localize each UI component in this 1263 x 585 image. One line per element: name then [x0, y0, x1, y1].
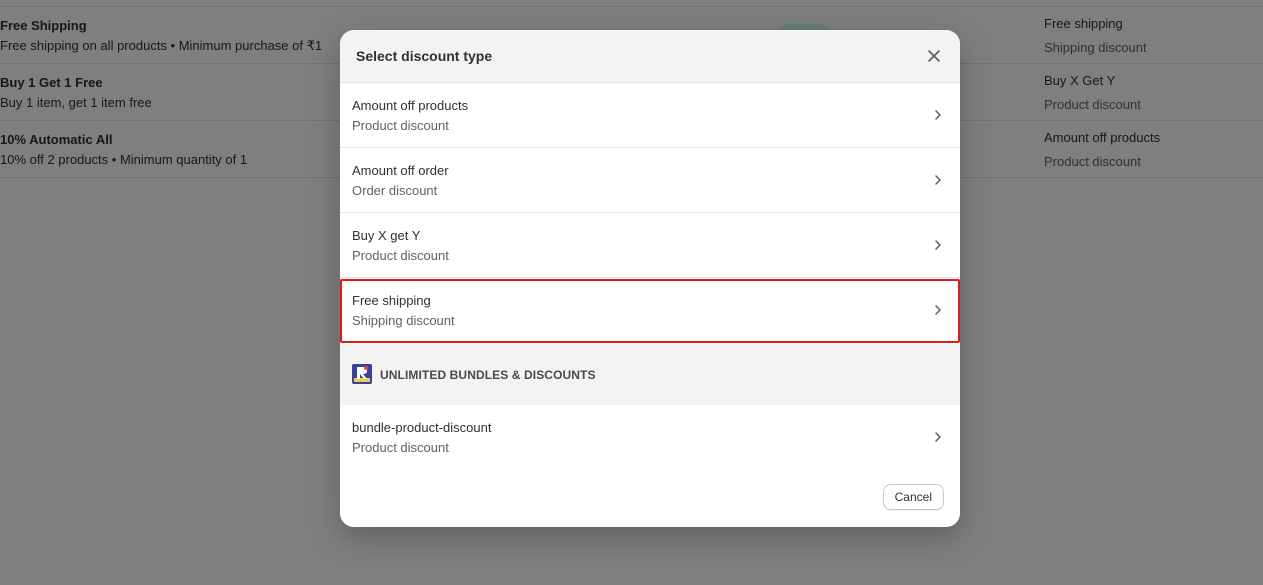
chevron-right-icon — [935, 175, 941, 185]
option-buy-x-get-y[interactable]: Buy X get Y Product discount — [340, 213, 960, 278]
chevron-right-icon — [935, 110, 941, 120]
option-free-shipping[interactable]: Free shipping Shipping discount — [340, 279, 960, 343]
option-label: Amount off products — [352, 98, 469, 113]
option-description: Product discount — [352, 248, 449, 263]
option-label: bundle-product-discount — [352, 420, 492, 435]
option-label: Buy X get Y — [352, 228, 421, 243]
modal-header: Select discount type — [340, 30, 960, 83]
app-section-header: UNLIMITED BUNDLES & DISCOUNTS — [340, 344, 960, 405]
chevron-right-icon — [935, 305, 941, 315]
option-description: Order discount — [352, 183, 438, 198]
close-button[interactable] — [922, 44, 946, 68]
chevron-right-icon — [935, 432, 941, 442]
close-icon — [928, 50, 940, 62]
option-label: Free shipping — [352, 293, 431, 308]
select-discount-type-modal: Select discount type Amount off products… — [340, 30, 960, 527]
option-description: Product discount — [352, 118, 449, 133]
option-bundle-product-discount[interactable]: bundle-product-discount Product discount — [340, 405, 960, 470]
modal-title: Select discount type — [356, 48, 493, 64]
cancel-button[interactable]: Cancel — [882, 484, 944, 510]
modal-footer: Cancel — [340, 467, 960, 527]
app-logo-icon — [352, 364, 372, 384]
chevron-right-icon — [935, 240, 941, 250]
option-amount-off-order[interactable]: Amount off order Order discount — [340, 148, 960, 213]
app-section-title: UNLIMITED BUNDLES & DISCOUNTS — [380, 368, 596, 382]
option-description: Shipping discount — [352, 313, 455, 328]
option-description: Product discount — [352, 440, 449, 455]
option-label: Amount off order — [352, 163, 449, 178]
option-amount-off-products[interactable]: Amount off products Product discount — [340, 83, 960, 148]
